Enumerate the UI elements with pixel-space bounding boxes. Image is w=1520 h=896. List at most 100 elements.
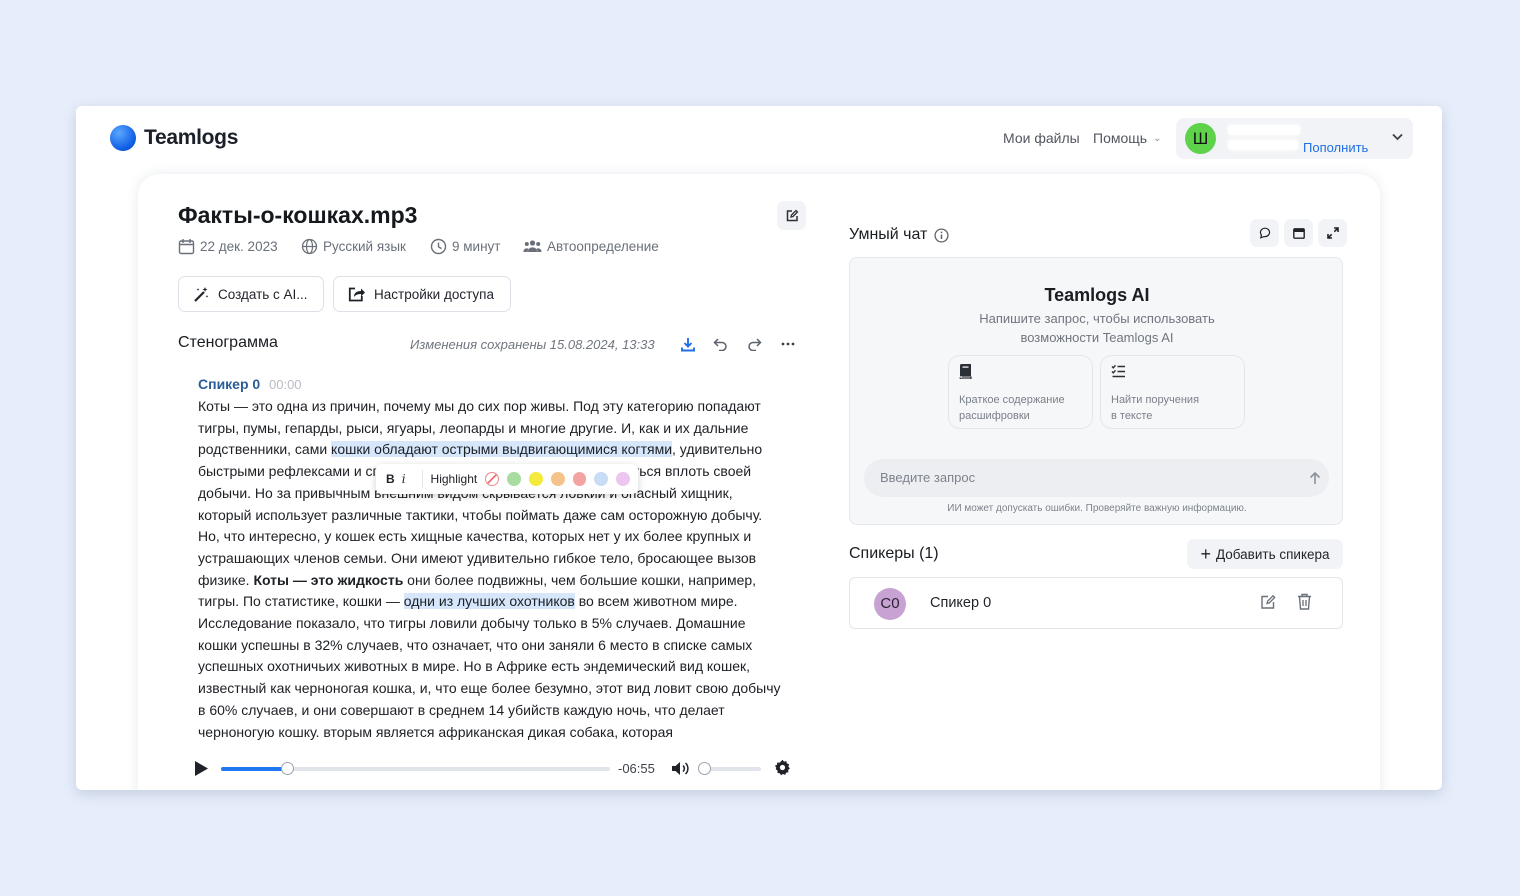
globe-icon	[301, 238, 318, 255]
meta-duration: 9 минут	[430, 238, 500, 255]
bold-button[interactable]: B	[386, 472, 402, 486]
saved-status: Изменения сохранены 15.08.2024, 13:33	[410, 337, 655, 352]
file-date: 22 дек. 2023	[200, 239, 278, 254]
dock-panel-button[interactable]	[1284, 219, 1313, 247]
transcript-heading: Стенограмма	[178, 334, 278, 351]
undo-button[interactable]	[710, 334, 730, 354]
color-swatch[interactable]	[550, 472, 565, 486]
expand-icon	[1326, 227, 1339, 239]
play-button[interactable]	[194, 760, 209, 782]
chat-controls	[1245, 219, 1347, 247]
speaker-name: Спикер 0	[930, 595, 992, 611]
access-settings-button[interactable]: Настройки доступа	[333, 276, 511, 312]
color-swatch[interactable]	[507, 472, 521, 486]
undo-icon	[712, 337, 727, 351]
app-window: Teamlogs Мои файлы Помощь ⌄ Ш Пополнить …	[76, 106, 1442, 790]
plus-icon: +	[1200, 544, 1211, 564]
gear-icon	[774, 759, 790, 776]
speaker-row: С0 Спикер 0	[849, 577, 1343, 629]
share-icon	[348, 287, 365, 302]
color-swatch[interactable]	[594, 472, 609, 486]
chevron-down-icon[interactable]	[1392, 130, 1403, 144]
meta-date: 22 дек. 2023	[178, 238, 278, 255]
add-speaker-button[interactable]: + Добавить спикера	[1187, 539, 1343, 569]
chevron-down-icon: ⌄	[1153, 132, 1162, 144]
checklist-icon	[1111, 364, 1234, 382]
meta-speakers: Автоопределение	[523, 238, 659, 255]
create-with-ai-button[interactable]: Создать с AI...	[178, 276, 324, 312]
nav-my-files[interactable]: Мои файлы	[1003, 130, 1080, 146]
logo-text: Teamlogs	[144, 126, 239, 149]
chat-bubble-icon	[1259, 227, 1270, 239]
suggestion-tasks[interactable]: Найти поручения в тексте	[1100, 355, 1245, 429]
remaining-time: -06:55	[618, 761, 655, 776]
play-icon	[195, 761, 208, 776]
suggestion-line: Краткое содержание	[959, 394, 1065, 406]
magic-wand-icon	[194, 286, 209, 302]
add-speaker-label: Добавить спикера	[1215, 546, 1330, 562]
users-icon	[523, 240, 542, 252]
avatar: Ш	[1185, 123, 1216, 154]
ai-disclaimer: ИИ может допускать ошибки. Проверяйте ва…	[947, 503, 1247, 514]
info-icon[interactable]	[934, 227, 949, 243]
transcript-speaker-time[interactable]: 00:00	[269, 377, 302, 392]
ai-query-placeholder: Введите запрос	[880, 470, 976, 485]
access-settings-label: Настройки доступа	[374, 286, 494, 302]
speaker-avatar: С0	[874, 588, 906, 620]
file-title: Факты-о-кошках.mp3	[178, 202, 418, 228]
highlight-toolbar: B i Highlight	[376, 464, 638, 494]
more-options-button[interactable]	[778, 334, 798, 354]
edit-title-button[interactable]	[777, 201, 806, 230]
color-swatch[interactable]	[572, 472, 587, 486]
volume-button[interactable]	[671, 760, 690, 782]
account-menu[interactable]: Ш Пополнить	[1176, 118, 1413, 159]
download-button[interactable]	[678, 334, 698, 354]
progress-track[interactable]	[221, 767, 610, 771]
ai-chat-panel: Teamlogs AI Напишите запрос, чтобы испол…	[849, 257, 1343, 525]
download-icon	[681, 337, 695, 351]
no-color-swatch[interactable]	[485, 472, 500, 486]
account-balance-redacted	[1228, 140, 1298, 150]
logo-icon	[110, 125, 136, 151]
highlighted-segment: одни из лучших охотников	[403, 593, 575, 610]
ai-query-input[interactable]: Введите запрос	[864, 459, 1329, 497]
chat-bubble-button[interactable]	[1250, 219, 1279, 247]
ai-subtitle: Напишите запрос, чтобы использовать возм…	[979, 311, 1215, 345]
send-button[interactable]	[1303, 466, 1327, 490]
more-dots-icon	[781, 342, 795, 346]
redo-icon	[747, 337, 762, 351]
bold-segment: Коты — это жидкость	[253, 571, 404, 588]
volume-icon	[672, 762, 689, 775]
create-with-ai-label: Создать с AI...	[218, 286, 308, 302]
edit-icon	[1261, 594, 1276, 609]
audio-player: -06:55	[194, 754, 794, 784]
color-swatch[interactable]	[528, 472, 543, 486]
clock-icon	[430, 238, 447, 255]
player-settings-button[interactable]	[774, 759, 791, 781]
suggestion-summary[interactable]: Краткое содержание расшифровки	[948, 355, 1093, 429]
italic-button[interactable]: i	[402, 472, 418, 486]
progress-fill	[221, 767, 288, 771]
toolbar-divider	[421, 470, 423, 488]
delete-speaker-button[interactable]	[1297, 593, 1312, 615]
file-language: Русский язык	[323, 239, 406, 254]
speakers-title: Спикеры (1)	[849, 545, 939, 562]
volume-handle[interactable]	[698, 762, 711, 775]
topup-link[interactable]: Пополнить	[1303, 140, 1368, 155]
progress-handle[interactable]	[281, 762, 295, 775]
color-swatch[interactable]	[616, 472, 630, 486]
transcript-speaker-name[interactable]: Спикер 0	[198, 376, 260, 392]
transcript-text[interactable]: Коты — это одна из причин, почему мы до …	[198, 396, 783, 743]
smart-chat-title: Умный чат	[849, 226, 949, 244]
arrow-up-icon	[1309, 471, 1321, 484]
edit-speaker-button[interactable]	[1260, 594, 1276, 615]
nav-help-label: Помощь	[1093, 130, 1148, 146]
expand-button[interactable]	[1318, 219, 1347, 247]
nav-help[interactable]: Помощь ⌄	[1093, 130, 1161, 146]
account-name-redacted	[1228, 125, 1300, 135]
panel-icon	[1292, 227, 1305, 239]
logo[interactable]: Teamlogs	[110, 125, 238, 151]
redo-button[interactable]	[744, 334, 764, 354]
file-card: Факты-о-кошках.mp3 22 дек. 2023 Русский …	[138, 174, 1380, 790]
transcript-segment: во всем животном мире. Исследование пока…	[198, 593, 781, 740]
